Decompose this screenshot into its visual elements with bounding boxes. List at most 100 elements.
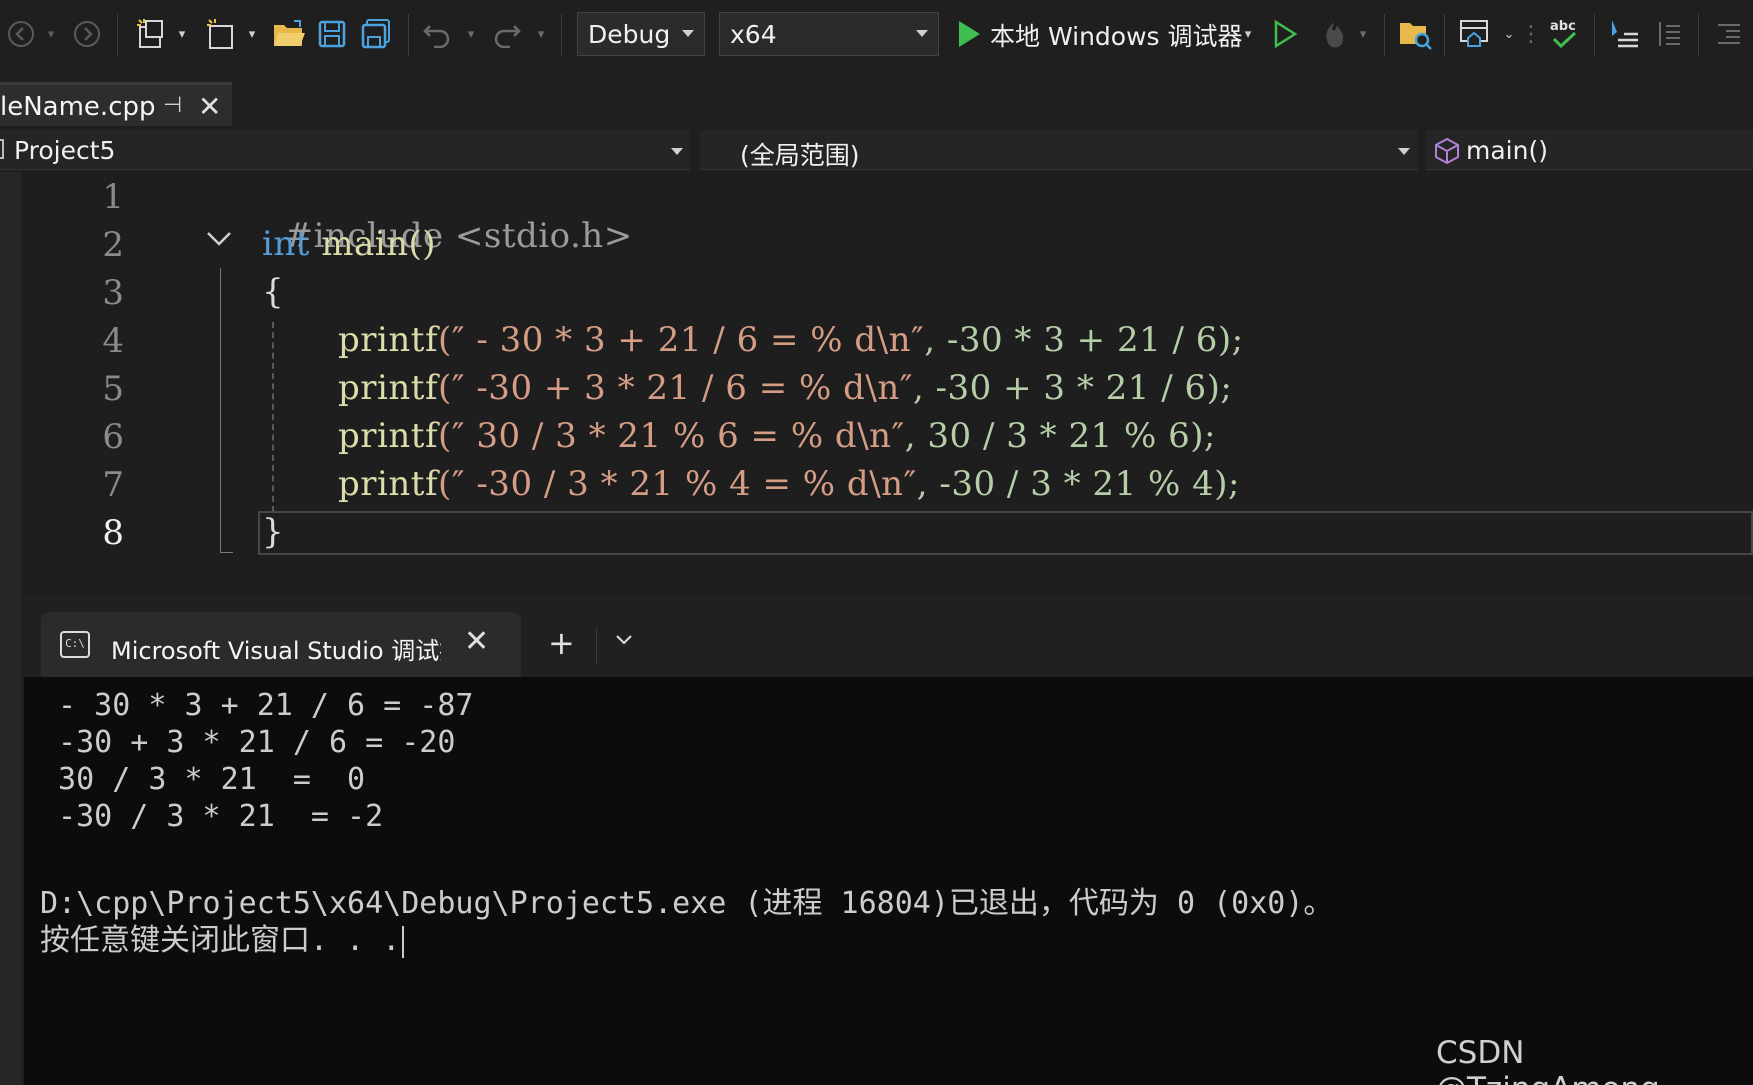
- solution-config-value: Debug: [588, 19, 671, 49]
- chevron-down-icon: [916, 30, 928, 37]
- forward-icon[interactable]: [70, 14, 104, 54]
- line-number: 1: [102, 177, 124, 217]
- line-number: 2: [102, 225, 124, 265]
- chevron-down-icon: [1398, 148, 1410, 155]
- line-number: 5: [102, 369, 124, 409]
- new-tab-icon[interactable]: +: [548, 624, 575, 662]
- document-tab[interactable]: leName.cpp ⊣ ✕: [0, 82, 232, 126]
- code-line-2[interactable]: int main(): [262, 224, 436, 264]
- console-output-line: -30 + 3 * 21 / 6 = -20: [40, 725, 456, 760]
- solution-config-select[interactable]: Debug: [577, 12, 705, 56]
- toolbar-separator: [1698, 14, 1699, 56]
- chevron-down-icon[interactable]: [614, 628, 634, 653]
- close-icon[interactable]: ✕: [198, 90, 221, 123]
- toolbar-separator: [1384, 14, 1385, 56]
- text-cursor: [402, 925, 405, 958]
- toolbar-separator: [1444, 14, 1445, 56]
- solution-explorer-icon[interactable]: [1396, 14, 1434, 54]
- console-tab-separator: [596, 628, 597, 664]
- project-icon: [0, 139, 4, 159]
- watermark: CSDN @TzingAmong: [1436, 1035, 1660, 1085]
- add-item-dropdown-icon[interactable]: ▾: [244, 14, 260, 54]
- toolbar-separator: [408, 14, 409, 56]
- string-literal: (″ -30 / 3 * 21 % 4 = % d\n″: [438, 464, 917, 504]
- indent-icon[interactable]: [1712, 14, 1746, 54]
- undo-icon[interactable]: [420, 14, 454, 54]
- string-literal: (″ -30 + 3 * 21 / 6 = % d\n″: [438, 368, 913, 408]
- server-explorer-icon[interactable]: [1456, 14, 1492, 54]
- toolbar-separator: [117, 14, 118, 56]
- close-icon[interactable]: ✕: [464, 624, 489, 659]
- current-line-highlight: [258, 511, 1753, 555]
- chevron-down-icon: [671, 148, 683, 155]
- comment-icon[interactable]: [1606, 14, 1642, 54]
- line-number-active: 8: [102, 513, 124, 553]
- console-output-line: -30 / 3 * 21 = -2: [40, 799, 384, 834]
- expression: , 30 / 3 * 21 % 6);: [904, 416, 1216, 456]
- save-all-icon[interactable]: [358, 14, 394, 54]
- code-line-7[interactable]: printf(″ -30 / 3 * 21 % 4 = % d\n″, -30 …: [338, 464, 1240, 504]
- redo-dropdown-icon[interactable]: ▾: [534, 14, 548, 54]
- console-prompt: 按任意键关闭此窗口. . .: [40, 915, 405, 959]
- document-tab-strip: [0, 78, 1753, 126]
- console-output-line: - 30 * 3 + 21 / 6 = -87: [40, 688, 474, 723]
- code-line-6[interactable]: printf(″ 30 / 3 * 21 % 6 = % d\n″, 30 / …: [338, 416, 1216, 456]
- platform-select[interactable]: x64: [719, 12, 939, 56]
- member-dropdown[interactable]: main(): [1426, 130, 1753, 170]
- document-tab-label: leName.cpp: [0, 92, 156, 122]
- string-literal: (″ 30 / 3 * 21 % 6 = % d\n″: [438, 416, 905, 456]
- debugger-dropdown-icon[interactable]: ▾: [1240, 14, 1256, 54]
- string-literal: (″ - 30 * 3 + 21 / 6 = % d\n″: [438, 320, 925, 360]
- function-call: printf: [338, 416, 439, 456]
- expression: , -30 + 3 * 21 / 6);: [912, 368, 1233, 408]
- start-debug-icon[interactable]: [952, 14, 986, 54]
- scope-dropdown[interactable]: (全局范围): [700, 130, 1418, 170]
- code-line-8[interactable]: }: [262, 512, 284, 552]
- open-folder-icon[interactable]: [270, 14, 308, 54]
- save-icon[interactable]: [314, 14, 350, 54]
- line-number: 6: [102, 417, 124, 457]
- start-without-debug-icon[interactable]: [1268, 14, 1302, 54]
- toolbar: ▾ ▾ ▾ ▾ ▾ Debug x64 本地 Windows 调试器 ▾ ▾ ⌄…: [0, 0, 1753, 70]
- brace: {: [262, 272, 285, 312]
- function-signature: main(): [309, 224, 437, 264]
- fold-collapse-icon[interactable]: [205, 226, 233, 256]
- svg-text:abc: abc: [1550, 19, 1576, 34]
- new-project-icon[interactable]: [132, 14, 170, 54]
- expression: , -30 / 3 * 21 % 4);: [916, 464, 1240, 504]
- project-name: Project5: [14, 136, 116, 165]
- format-icon[interactable]: [1652, 14, 1686, 54]
- function-call: printf: [338, 320, 439, 360]
- keyword: int: [262, 224, 310, 264]
- back-icon[interactable]: [4, 14, 38, 54]
- cube-icon: [1434, 137, 1460, 169]
- console-output-line: 30 / 3 * 21 = 0: [40, 762, 366, 797]
- add-item-icon[interactable]: [204, 14, 238, 54]
- brace: }: [262, 512, 285, 552]
- line-number: 4: [102, 321, 124, 361]
- fold-guide: [220, 268, 221, 553]
- pin-icon[interactable]: ⊣: [163, 93, 182, 118]
- hot-reload-icon[interactable]: [1316, 14, 1352, 54]
- new-project-dropdown-icon[interactable]: ▾: [174, 14, 190, 54]
- navigation-bar: Project5 (全局范围) main(): [0, 128, 1753, 172]
- layout-dropdown-icon[interactable]: ⌄: [1502, 14, 1516, 54]
- member-name: main(): [1466, 136, 1548, 165]
- grip-icon: ⋮: [1520, 21, 1542, 47]
- platform-value: x64: [730, 19, 777, 49]
- redo-icon[interactable]: [490, 14, 524, 54]
- code-line-4[interactable]: printf(″ - 30 * 3 + 21 / 6 = % d\n″, -30…: [338, 320, 1244, 360]
- code-line-3[interactable]: {: [262, 272, 284, 312]
- back-dropdown-icon[interactable]: ▾: [44, 14, 58, 54]
- start-debug-button[interactable]: 本地 Windows 调试器: [990, 17, 1243, 53]
- undo-dropdown-icon[interactable]: ▾: [464, 14, 478, 54]
- code-line-5[interactable]: printf(″ -30 + 3 * 21 / 6 = % d\n″, -30 …: [338, 368, 1232, 408]
- expression: , -30 * 3 + 21 / 6);: [924, 320, 1244, 360]
- spellcheck-icon[interactable]: abc: [1546, 14, 1582, 54]
- console-tab-title: Microsoft Visual Studio 调试控制台: [111, 637, 441, 665]
- line-number: 7: [102, 465, 124, 505]
- chevron-down-icon: [682, 30, 694, 37]
- project-dropdown[interactable]: Project5: [0, 130, 690, 170]
- function-call: printf: [338, 368, 439, 408]
- hot-reload-dropdown-icon[interactable]: ▾: [1356, 14, 1370, 54]
